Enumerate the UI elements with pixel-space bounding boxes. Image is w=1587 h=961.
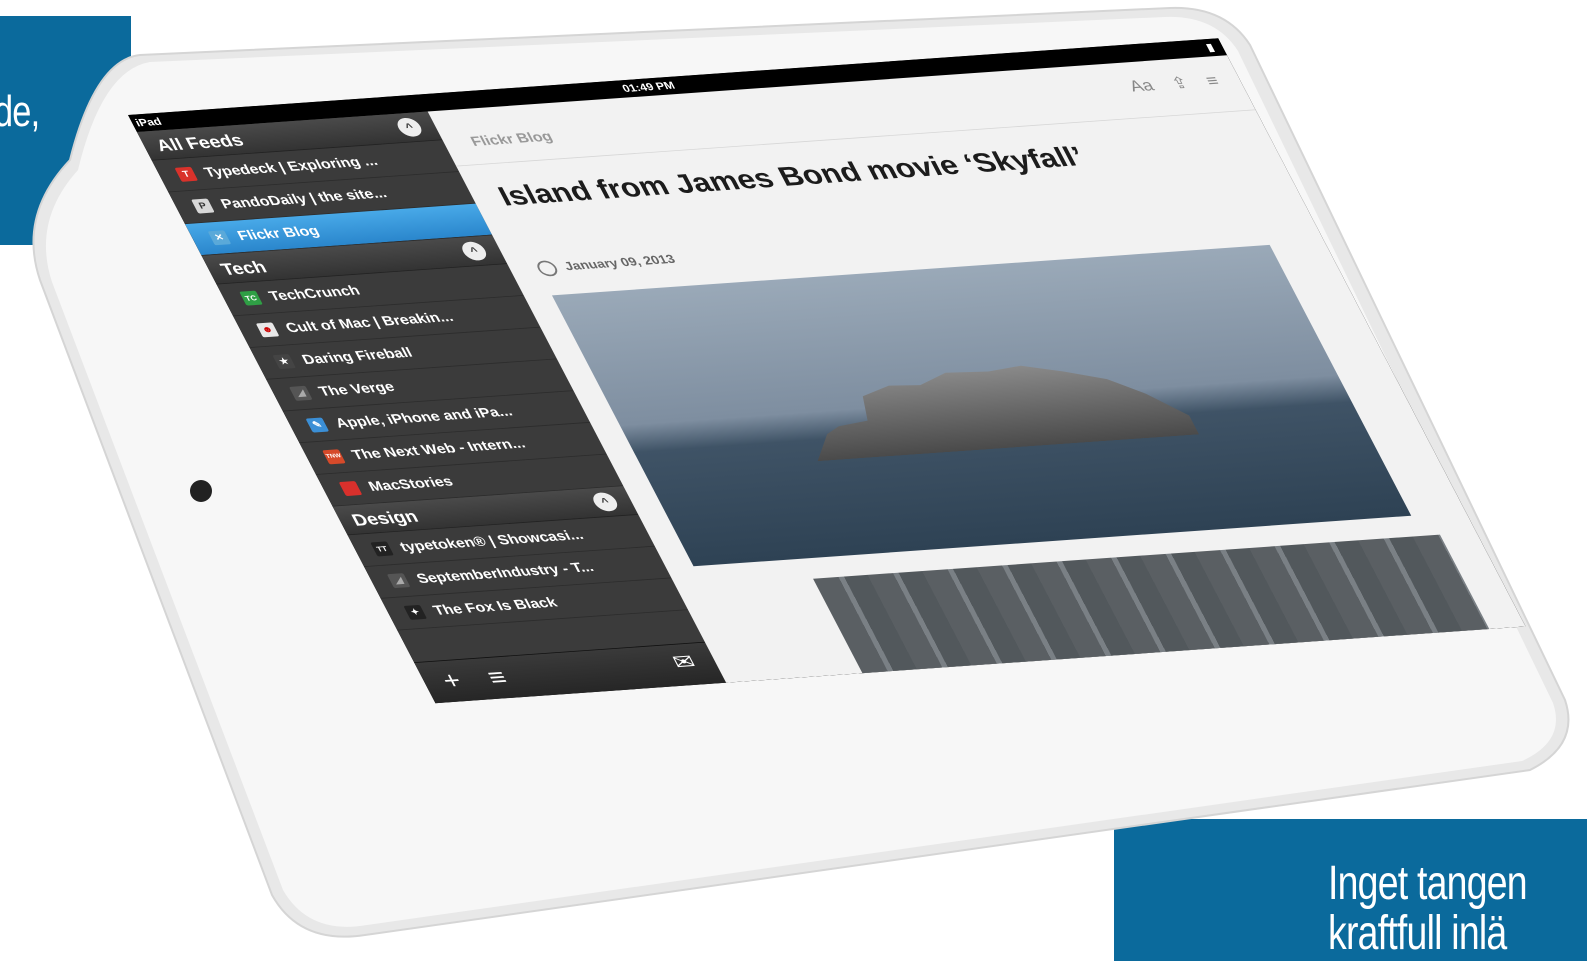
menu-icon[interactable]: ≡ (1203, 72, 1223, 90)
reader-tools: Aa ⇪ ≡ (1111, 71, 1223, 98)
carrier-label: iPad (132, 115, 164, 129)
feed-label: The Fox Is Black (430, 594, 560, 618)
feed-label: TechCrunch (266, 282, 363, 304)
font-size-button[interactable]: Aa (1126, 77, 1157, 96)
collapse-icon[interactable]: ^ (393, 117, 426, 138)
clock-time: 01:49 PM (619, 79, 678, 95)
daringfireball-icon: ★ (272, 354, 297, 370)
collapse-icon[interactable]: ^ (589, 491, 621, 512)
battery-icon: ▮ (1203, 41, 1217, 54)
front-camera (190, 480, 212, 502)
article-photo-island (551, 244, 1412, 567)
feed-label: The Next Web - Intern... (348, 435, 529, 463)
pandodaily-icon: P (191, 198, 215, 214)
feed-label: PandoDaily | the site... (217, 185, 390, 212)
macstories-icon: ■ (338, 480, 363, 497)
typedeck-icon: T (174, 166, 199, 182)
article-date-text: January 09, 2013 (561, 252, 678, 274)
feed-label: Apple, iPhone and iPa... (332, 403, 516, 431)
list-menu-button[interactable]: ≡ (472, 663, 523, 693)
mail-icon[interactable]: ✉ (668, 649, 706, 674)
apple-news-icon: ✎ (305, 417, 330, 433)
reader-feed-label: Flickr Blog (467, 128, 556, 150)
techcrunch-icon: TC (239, 290, 263, 306)
typetoken-icon: TT (370, 541, 394, 557)
article-date: January 09, 2013 (534, 252, 678, 277)
feed-label: Flickr Blog (234, 223, 323, 244)
rss-icon: ◢ (288, 385, 313, 401)
feed-label: Daring Fireball (299, 344, 416, 368)
collapse-icon[interactable]: ^ (458, 241, 490, 262)
foxisblack-icon: ✦ (403, 604, 428, 620)
feed-label: MacStories (365, 473, 456, 495)
island-shape (773, 349, 1199, 461)
add-feed-button[interactable]: + (427, 666, 478, 696)
feed-label: Typedeck | Exploring ... (201, 153, 381, 180)
feed-label: The Verge (315, 379, 398, 399)
flickr-icon: ✕ (207, 230, 232, 246)
thenextweb-icon: TNW (322, 449, 346, 465)
feed-label: typetoken® | Showcasi... (397, 527, 587, 555)
section-title: Tech (217, 258, 271, 279)
section-title: Design (348, 507, 422, 530)
share-icon[interactable]: ⇪ (1168, 74, 1192, 92)
clock-icon (534, 260, 561, 277)
section-title: All Feeds (152, 131, 247, 156)
rss-icon: ◢ (386, 573, 411, 589)
feed-label: Cult of Mac | Breakin... (282, 309, 456, 336)
cultofmac-icon: ☻ (255, 322, 280, 338)
feed-label: SeptemberIndustry - T... (413, 559, 597, 587)
